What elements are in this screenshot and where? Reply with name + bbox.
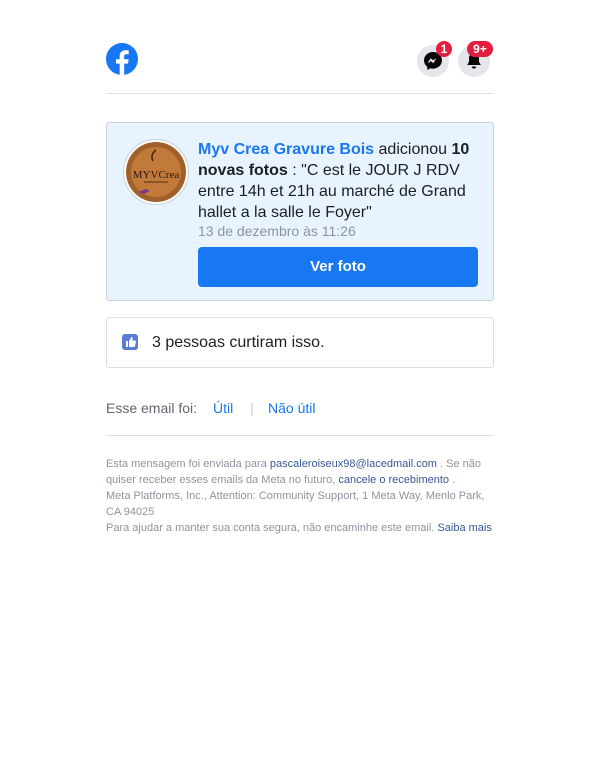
- notifications-button[interactable]: 9+: [458, 41, 493, 77]
- likes-count-text: 3 pessoas curtiram isso.: [152, 334, 325, 351]
- timestamp: 13 de dezembro às 11:26: [198, 223, 356, 239]
- svg-text:MYVCrea: MYVCrea: [133, 169, 180, 181]
- action-text: adicionou: [378, 141, 448, 158]
- email-footer: Esta mensagem foi enviada para pascalero…: [106, 456, 494, 536]
- learn-more-link[interactable]: Saiba mais: [437, 522, 491, 534]
- feedback-prompt: Esse email foi:: [106, 400, 198, 416]
- thumbs-up-icon: [122, 334, 138, 350]
- company-address: Meta Platforms, Inc., Attention: Communi…: [106, 490, 485, 518]
- view-photo-button[interactable]: Ver foto: [198, 247, 478, 287]
- sent-to-text: Esta mensagem foi enviada para: [106, 458, 267, 470]
- recipient-email-link[interactable]: pascaleroiseux98@lacedmail.com: [270, 458, 437, 470]
- security-notice: Para ajudar a manter sua conta segura, n…: [106, 522, 435, 534]
- messenger-badge: 1: [436, 41, 452, 57]
- messenger-button[interactable]: 1: [417, 41, 452, 77]
- unsubscribe-suffix: .: [452, 474, 456, 486]
- facebook-logo-icon[interactable]: [106, 43, 138, 75]
- notification-message: Myv Crea Gravure Bois adicionou 10 novas…: [198, 139, 478, 223]
- page-avatar[interactable]: MYVCrea: [123, 139, 189, 205]
- useful-link[interactable]: Útil: [213, 400, 233, 416]
- page-logo-image: MYVCrea: [126, 142, 186, 202]
- email-header: 1 9+: [106, 36, 494, 94]
- unsubscribe-link[interactable]: cancele o recebimento: [338, 474, 449, 486]
- not-useful-link[interactable]: Não útil: [268, 400, 315, 416]
- notifications-badge: 9+: [467, 41, 493, 57]
- feedback-separator: |: [250, 400, 254, 416]
- feedback-row: Esse email foi: Útil | Não útil: [106, 400, 494, 436]
- likes-box: 3 pessoas curtiram isso.: [106, 317, 494, 368]
- notification-card: MYVCrea Myv Crea Gravure Bois adicionou …: [106, 122, 494, 301]
- page-name-link[interactable]: Myv Crea Gravure Bois: [198, 141, 374, 158]
